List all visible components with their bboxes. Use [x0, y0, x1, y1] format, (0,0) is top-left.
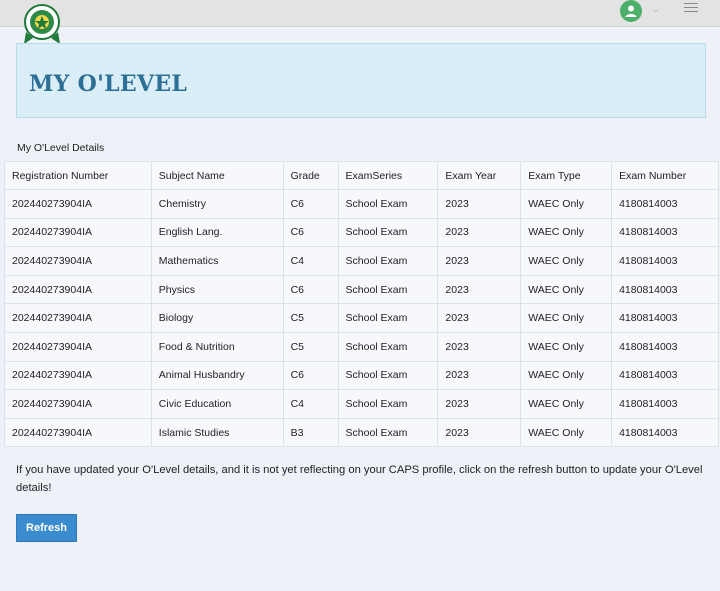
table-cell: 4180814003 [611, 303, 719, 333]
table-cell: C4 [282, 246, 339, 276]
chevron-down-icon[interactable]: ⌄ [652, 4, 662, 14]
table-cell: School Exam [337, 217, 439, 248]
table-cell: WAEC Only [520, 417, 613, 448]
refresh-notice: If you have updated your O'Level details… [16, 464, 703, 494]
table-cell: Food & Nutrition [150, 331, 284, 362]
table-cell: WAEC Only [520, 217, 613, 248]
table-cell: 4180814003 [611, 389, 719, 419]
table-cell: 2023 [437, 303, 522, 333]
column-header: ExamSeries [337, 161, 439, 190]
table-row: 202440273904IA Mathematics C4 School Exam 20… [4, 246, 719, 276]
table-cell: 2023 [437, 417, 522, 448]
table-cell: 202440273904IA [4, 217, 152, 248]
table-cell: School Exam [337, 389, 439, 419]
column-header: Exam Number [611, 161, 719, 190]
table-cell: 2023 [437, 217, 522, 248]
table-row: 202440273904IA Physics C6 School Exam 2023 WA… [4, 274, 719, 305]
table-cell: 202440273904IA [4, 417, 152, 448]
column-header: Exam Year [437, 161, 522, 190]
table-row: 202440273904IA Animal Husbandry C6 School E… [4, 360, 719, 391]
table-cell: School Exam [337, 274, 439, 305]
table-cell: School Exam [337, 189, 439, 219]
column-header: Exam Type [520, 161, 613, 190]
table-cell: 4180814003 [611, 189, 719, 219]
column-header: Grade [282, 161, 339, 190]
table-cell: 4180814003 [611, 274, 719, 305]
table-cell: School Exam [337, 331, 439, 362]
table-cell: 202440273904IA [4, 246, 152, 276]
table-cell: B3 [282, 417, 339, 448]
table-row: 202440273904IA English Lang. C6 School Exam… [4, 217, 719, 248]
table-cell: 4180814003 [611, 417, 719, 448]
table-row: 202440273904IA Chemistry C6 School Exam 2023… [4, 189, 719, 219]
table-row: 202440273904IA Biology C5 School Exam 2023 WA… [4, 303, 719, 333]
table-cell: 202440273904IA [4, 303, 152, 333]
table-cell: 2023 [437, 360, 522, 391]
table-cell: C6 [282, 189, 339, 219]
table-cell: WAEC Only [520, 246, 613, 276]
table-cell: 4180814003 [611, 331, 719, 362]
table-cell: Chemistry [150, 189, 284, 219]
table-cell: Civic Education [150, 389, 284, 419]
page-title: MY O'LEVEL [29, 71, 188, 97]
table-cell: C6 [282, 360, 339, 391]
user-avatar-icon[interactable] [620, 0, 642, 22]
table-cell: C5 [282, 331, 339, 362]
table-cell: School Exam [337, 417, 439, 448]
table-cell: 4180814003 [611, 246, 719, 276]
crest-logo-icon[interactable] [24, 4, 60, 44]
table-body: 202440273904IA Chemistry C6 School Exam 2023… [4, 189, 719, 448]
table-cell: WAEC Only [520, 331, 613, 362]
column-header: Subject Name [150, 161, 284, 190]
table-cell: WAEC Only [520, 274, 613, 305]
table-cell: 202440273904IA [4, 331, 152, 362]
page-header-banner: MY O'LEVEL [16, 43, 706, 118]
table-cell: 2023 [437, 389, 522, 419]
table-cell: 202440273904IA [4, 389, 152, 419]
table-cell: School Exam [337, 360, 439, 391]
table-cell: WAEC Only [520, 303, 613, 333]
table-cell: English Lang. [150, 217, 284, 248]
table-cell: WAEC Only [520, 189, 613, 219]
table-cell: 2023 [437, 246, 522, 276]
table-cell: 4180814003 [611, 217, 719, 248]
table-cell: School Exam [337, 303, 439, 333]
hamburger-menu-icon[interactable] [684, 3, 698, 15]
table-cell: 202440273904IA [4, 360, 152, 391]
table-cell: 2023 [437, 189, 522, 219]
table-cell: Animal Husbandry [150, 360, 284, 391]
table-row: 202440273904IA Islamic Studies B3 School Ex… [4, 417, 719, 448]
table-cell: WAEC Only [520, 389, 613, 419]
table-cell: 4180814003 [611, 360, 719, 391]
table-cell: Mathematics [150, 246, 284, 276]
table-cell: Biology [150, 303, 284, 333]
table-cell: 2023 [437, 274, 522, 305]
table-cell: C6 [282, 217, 339, 248]
table-cell: 202440273904IA [4, 274, 152, 305]
table-cell: Islamic Studies [150, 417, 284, 448]
table-cell: WAEC Only [520, 360, 613, 391]
table-cell: 202440273904IA [4, 189, 152, 219]
table-cell: C4 [282, 389, 339, 419]
column-header: Registration Number [4, 161, 152, 190]
olevel-table: Registration Number Subject Name Grade E… [4, 161, 719, 448]
table-cell: C6 [282, 274, 339, 305]
table-cell: School Exam [337, 246, 439, 276]
table-cell: C5 [282, 303, 339, 333]
table-cell: Physics [150, 274, 284, 305]
table-cell: 2023 [437, 331, 522, 362]
top-navbar: ⌄ [0, 0, 720, 44]
refresh-button[interactable]: Refresh [16, 514, 77, 542]
table-header-row: Registration Number Subject Name Grade E… [4, 161, 719, 190]
section-label: My O'Level Details [17, 142, 105, 154]
table-row: 202440273904IA Civic Education C4 School Ex… [4, 389, 719, 419]
table-row: 202440273904IA Food & Nutrition C5 School E… [4, 331, 719, 362]
